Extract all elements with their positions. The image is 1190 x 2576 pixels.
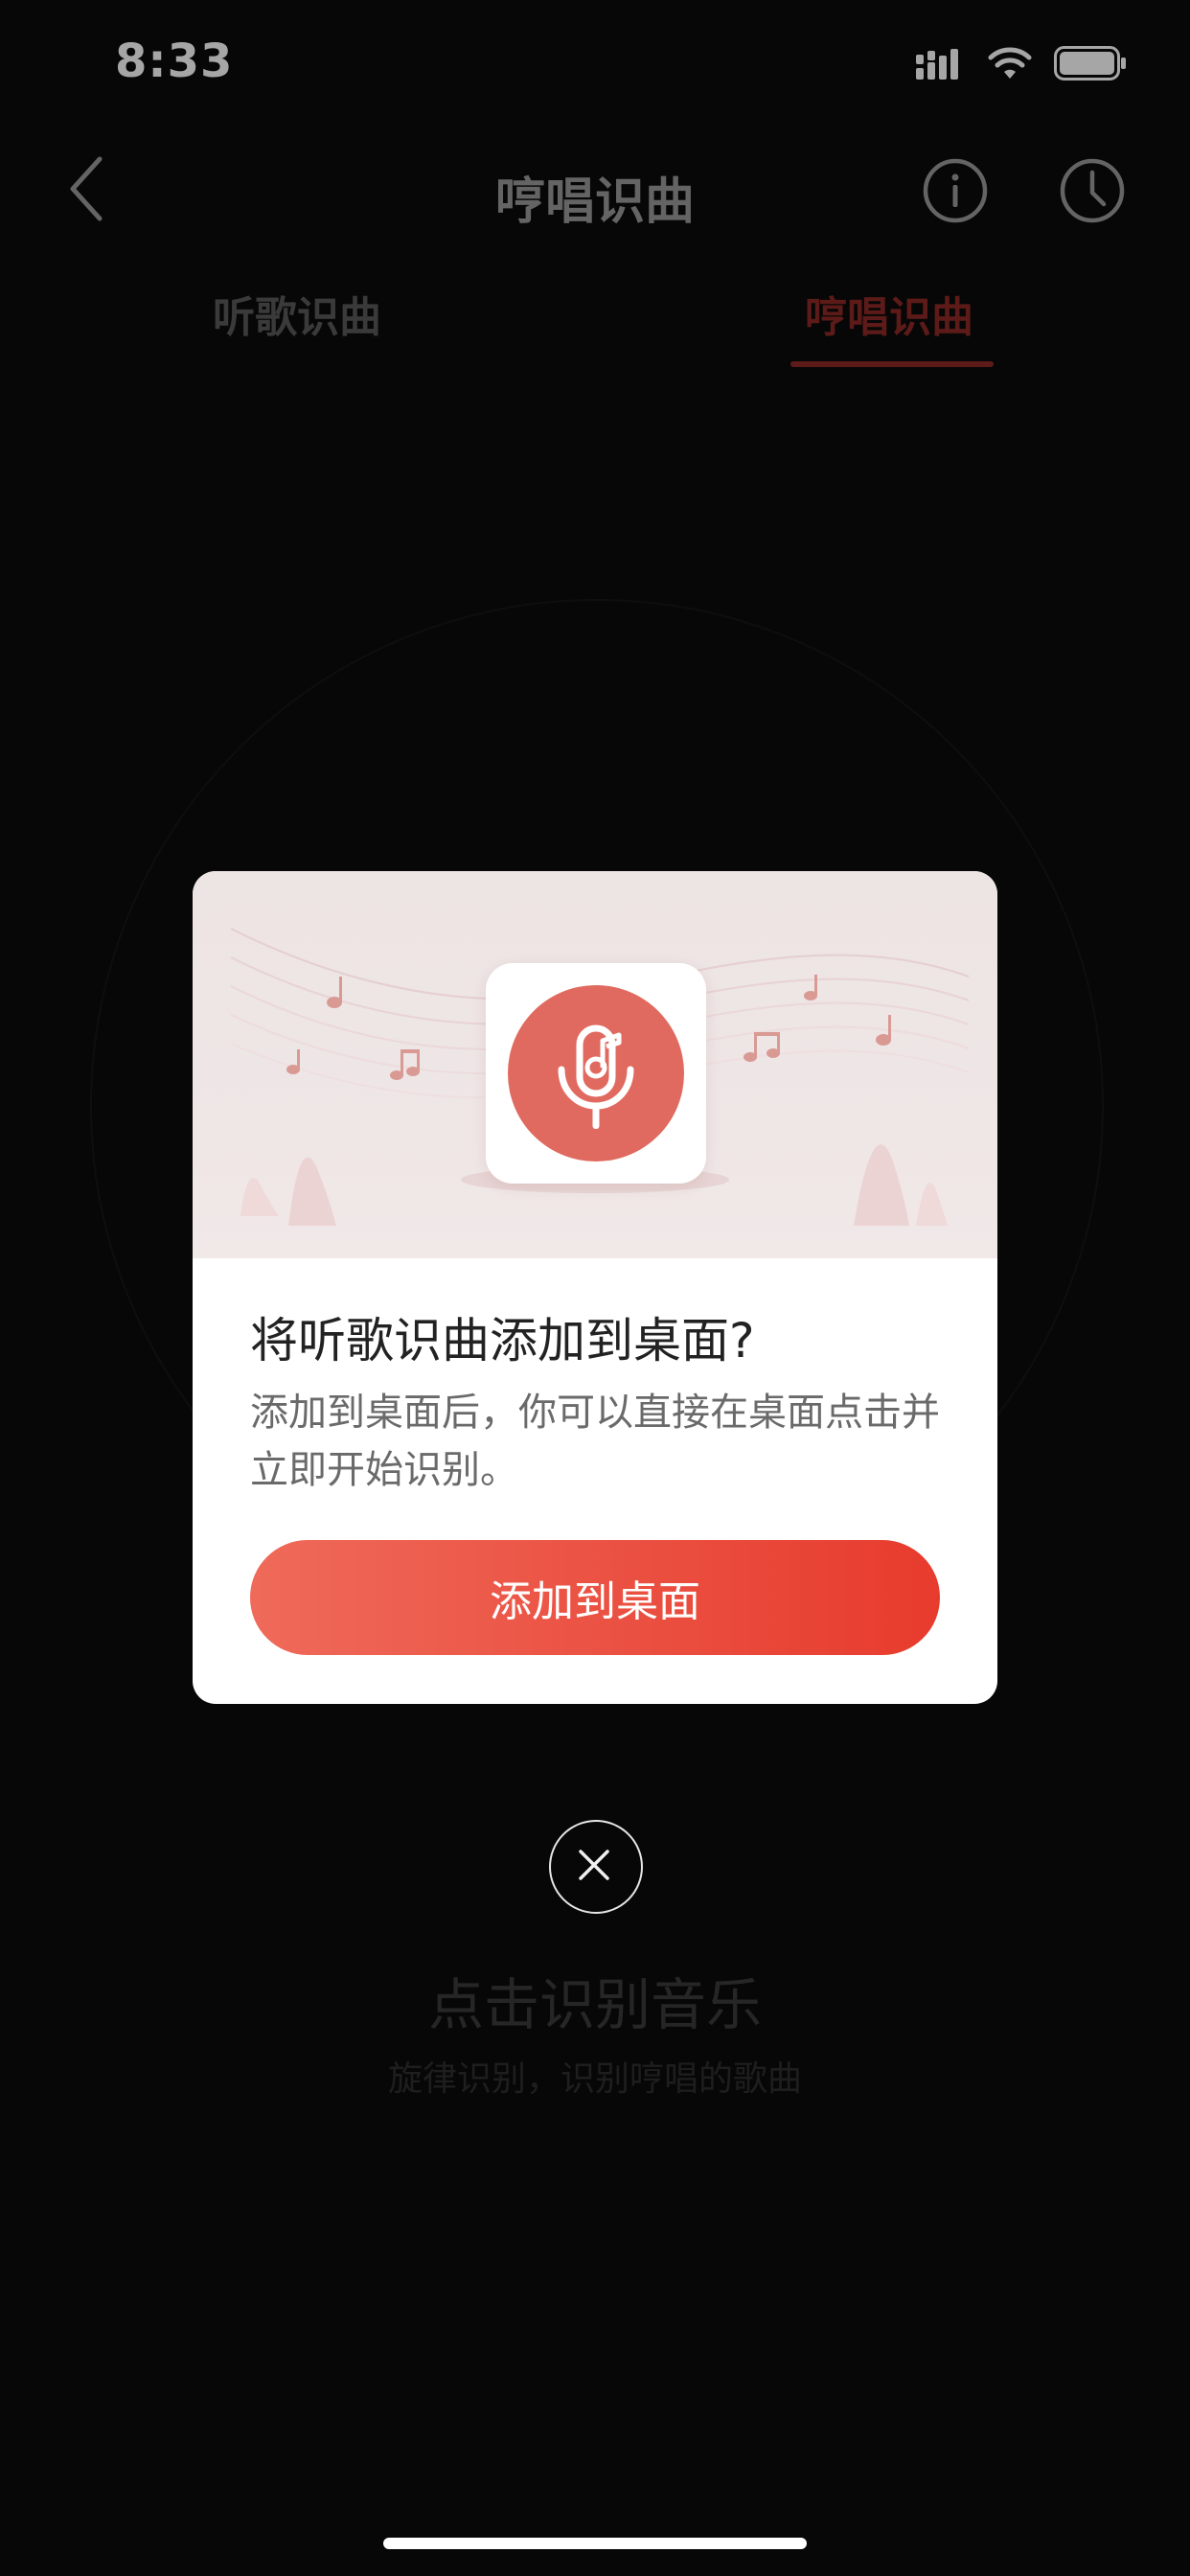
dialog-close-button[interactable] xyxy=(549,1820,643,1914)
app-icon xyxy=(486,963,706,1184)
close-icon xyxy=(579,1850,609,1880)
add-to-home-dialog: 将听歌识曲添加到桌面? 添加到桌面后，你可以直接在桌面点击并立即开始识别。 添加… xyxy=(193,871,997,1704)
microphone-music-icon xyxy=(558,1024,634,1129)
app-icon-circle xyxy=(508,985,684,1162)
dialog-banner xyxy=(193,871,997,1258)
dialog-title: 将听歌识曲添加到桌面? xyxy=(250,1313,755,1368)
add-to-home-button[interactable]: 添加到桌面 xyxy=(250,1540,940,1655)
dialog-description: 添加到桌面后，你可以直接在桌面点击并立即开始识别。 xyxy=(250,1391,940,1492)
home-indicator xyxy=(383,2538,807,2549)
